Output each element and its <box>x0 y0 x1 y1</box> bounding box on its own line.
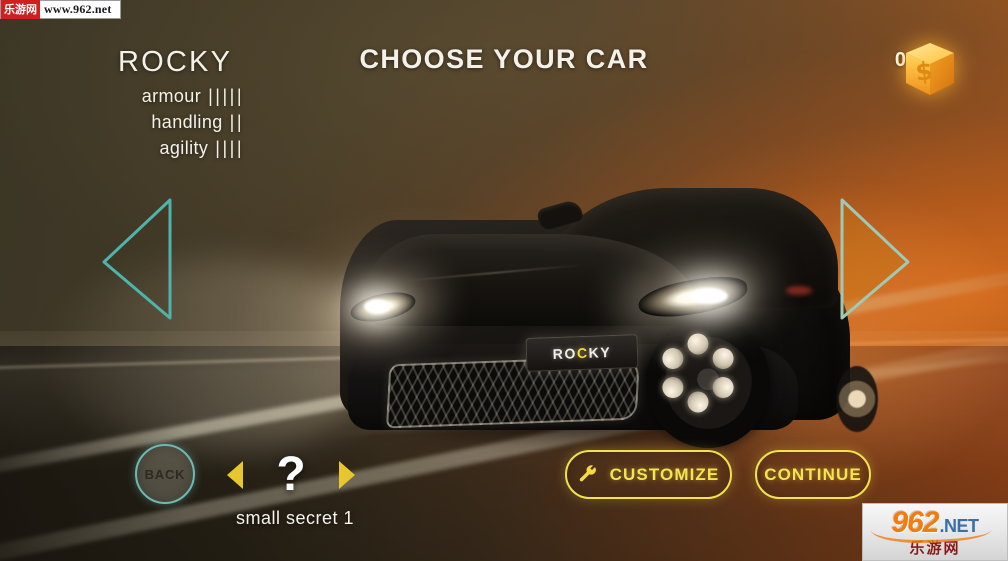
svg-text:$: $ <box>914 56 934 87</box>
license-plate-text: ROCKY <box>552 343 612 363</box>
caret-left-icon <box>227 461 243 489</box>
secret-next-button[interactable] <box>337 460 357 490</box>
secret-label: small secret 1 <box>235 508 355 528</box>
site-watermark-top: 乐游网 www.962.net <box>0 0 121 19</box>
continue-button[interactable]: CONTINUE <box>755 450 871 499</box>
plate-prefix: RO <box>552 345 578 363</box>
stat-bars-armour: ||||| <box>208 86 244 106</box>
watermark-url-text: www.962.net <box>44 2 112 16</box>
caret-right-icon <box>338 461 355 489</box>
watermark-swoosh-icon <box>871 530 991 543</box>
right-headlight <box>690 288 728 304</box>
plate-highlight-letter: C <box>576 344 589 362</box>
wheel-spoke <box>687 333 709 355</box>
gold-cube-dollar-icon: $ <box>906 43 954 95</box>
game-screen: ROCKY ROCKY armour ||||| handling || agili… <box>0 0 1008 561</box>
stat-label-agility: agility <box>159 137 209 158</box>
wrench-icon <box>579 465 596 482</box>
page-title: CHOOSE YOUR CAR <box>359 44 649 74</box>
secret-prev-button[interactable] <box>225 460 245 490</box>
previous-car-arrow[interactable] <box>98 196 174 322</box>
stat-row-agility: agility |||| <box>0 136 244 162</box>
car-rear-wheel <box>836 366 878 432</box>
triangle-right-icon <box>840 198 910 320</box>
secret-unknown-marker: ? <box>276 448 306 501</box>
secret-selector: ? <box>225 446 357 504</box>
customize-label: CUSTOMIZE <box>609 465 720 484</box>
watermark-cn-text: 乐游网 <box>1 0 40 19</box>
plate-suffix: KY <box>588 343 612 361</box>
car-license-plate: ROCKY <box>525 334 639 372</box>
site-watermark-bottom: 962 .NET 乐游网 <box>862 503 1008 561</box>
stat-label-handling: handling <box>151 111 223 132</box>
back-button-label: BACK <box>144 466 186 482</box>
stat-row-armour: armour ||||| <box>0 84 244 110</box>
car-model-preview: ROCKY <box>48 168 878 460</box>
car-light-accent <box>786 286 812 295</box>
car-front-wheel <box>646 318 770 448</box>
stat-bars-agility: |||| <box>215 137 244 158</box>
wheel-spoke <box>687 391 709 413</box>
stat-bars-handling: || <box>229 111 244 132</box>
watermark-logo-cn: 乐游网 <box>909 539 961 557</box>
continue-label: CONTINUE <box>764 465 862 484</box>
stat-label-armour: armour <box>141 86 202 106</box>
next-car-arrow[interactable] <box>836 196 912 322</box>
stat-row-handling: handling || <box>0 110 244 136</box>
left-headlight <box>364 299 390 314</box>
car-stats-panel: armour ||||| handling || agility |||| <box>0 84 244 162</box>
customize-button[interactable]: CUSTOMIZE <box>565 450 732 499</box>
back-button[interactable]: BACK <box>135 444 195 504</box>
triangle-left-icon <box>102 198 172 320</box>
